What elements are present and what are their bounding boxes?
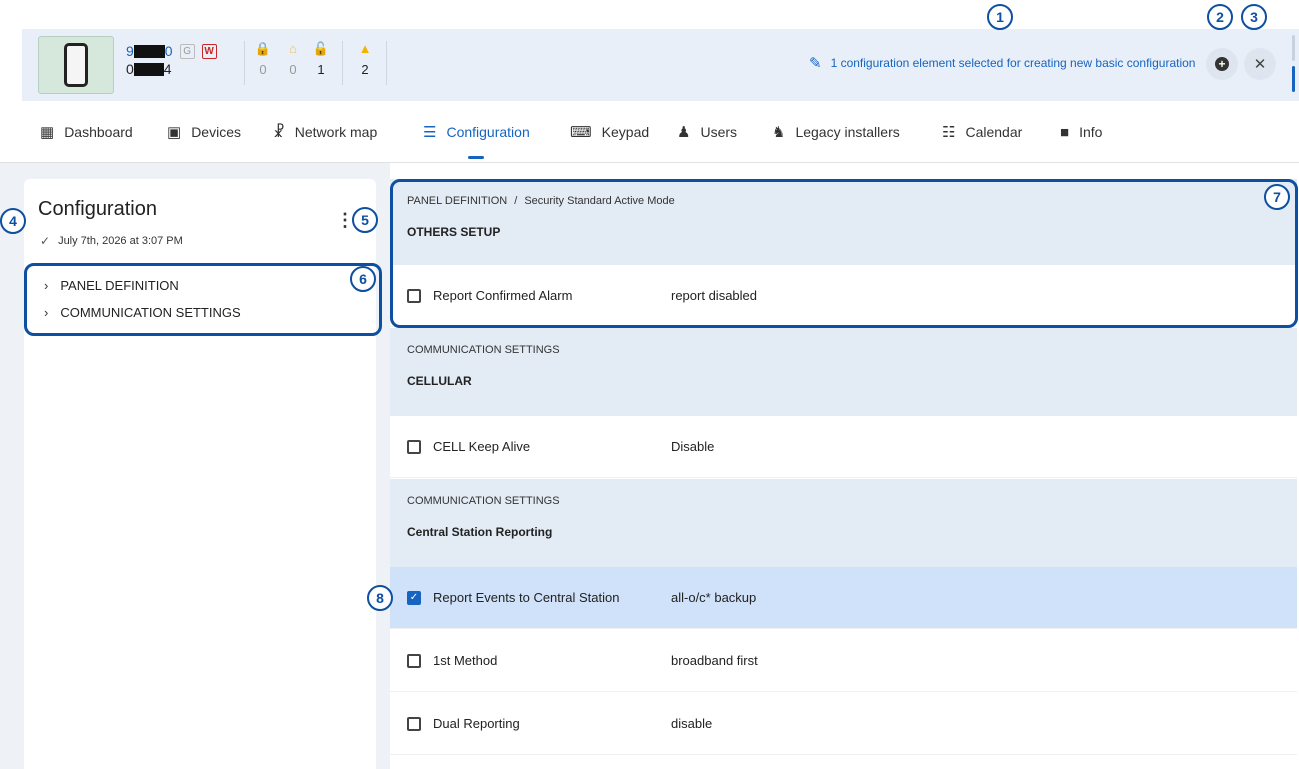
selection-notice-text: 1 configuration element selected for cre… xyxy=(830,56,1196,70)
breadcrumb: COMMUNICATION SETTINGS xyxy=(407,344,560,356)
info-icon: ■ xyxy=(1060,123,1070,141)
row-checkbox[interactable] xyxy=(407,440,421,454)
row-checkbox[interactable] xyxy=(407,717,421,731)
plus-icon: + xyxy=(1215,57,1229,71)
add-configuration-button[interactable]: + xyxy=(1206,48,1238,80)
row-checkbox[interactable] xyxy=(407,654,421,668)
configuration-date: ✓ July 7th, 2026 at 3:07 PM xyxy=(40,234,183,248)
main-nav: ▦ Dashboard ▣ Devices ☧ Network map ☰ Co… xyxy=(0,101,1299,163)
calendar-icon: ☷ xyxy=(942,124,956,141)
stat-home: ⌂ 0 xyxy=(284,41,302,77)
row-name: Report Events to Central Station xyxy=(433,590,620,605)
users-icon: ♟ xyxy=(677,124,691,141)
section-title: CELLULAR xyxy=(407,374,472,388)
divider xyxy=(244,41,245,85)
row-name: 1st Method xyxy=(433,653,498,668)
tab-keypad[interactable]: ⌨ Keypad xyxy=(570,101,649,163)
dashboard-icon: ▦ xyxy=(40,124,55,141)
divider xyxy=(342,41,343,85)
tab-configuration[interactable]: ☰ Configuration xyxy=(423,101,530,163)
badge-w: W xyxy=(201,43,217,59)
callout-4: 4 xyxy=(0,208,26,234)
lock-red-icon: 🔒 xyxy=(254,41,272,56)
callout-2: 2 xyxy=(1207,4,1233,30)
row-checkbox-checked[interactable]: ✓ xyxy=(407,591,421,605)
scroll-indicator-active xyxy=(1292,66,1295,92)
close-icon: ✕ xyxy=(1253,56,1267,73)
tab-users[interactable]: ♟ Users xyxy=(677,101,737,163)
pencil-icon: ✎ xyxy=(809,55,822,72)
tab-info[interactable]: ■ Info xyxy=(1060,101,1102,163)
row-name: Dual Reporting xyxy=(433,716,520,731)
device-thumbnail[interactable] xyxy=(38,36,114,94)
divider xyxy=(386,41,387,85)
device-line2-prefix: 0 xyxy=(126,61,134,77)
callout-5: 5 xyxy=(352,207,378,233)
unlock-icon: 🔓 xyxy=(312,41,330,56)
selection-notice: ✎ 1 configuration element selected for c… xyxy=(809,54,1195,72)
network-map-icon: ☧ xyxy=(273,124,285,141)
section-title: Central Station Reporting xyxy=(407,525,553,539)
redaction-bar xyxy=(133,62,164,76)
phone-icon xyxy=(64,43,88,87)
row-value: disable xyxy=(671,716,713,731)
callout-box-7 xyxy=(390,179,1298,328)
close-button[interactable]: ✕ xyxy=(1244,48,1276,80)
row-value: Disable xyxy=(671,439,715,454)
device-identifier: 9 0 G W 0 4 xyxy=(126,43,217,77)
stat-warnings[interactable]: ▲ 2 xyxy=(356,41,374,77)
config-row[interactable]: 1st Method broadband first xyxy=(390,630,1297,692)
callout-box-6 xyxy=(24,263,382,336)
device-id-prefix: 9 xyxy=(126,43,134,59)
section-header: COMMUNICATION SETTINGS Central Station R… xyxy=(390,479,1297,567)
callout-6: 6 xyxy=(350,266,376,292)
device-id-suffix: 0 xyxy=(164,43,173,59)
config-row-selected[interactable]: ✓ Report Events to Central Station all-o… xyxy=(390,567,1297,629)
configuration-icon: ☰ xyxy=(423,124,437,141)
installers-icon: ♞ xyxy=(772,124,786,141)
device-header: 9 0 G W 0 4 🔒 0 ⌂ 0 🔓 1 ▲ 2 ✎ 1 configur… xyxy=(22,29,1299,101)
row-value: all-o/c* backup xyxy=(671,590,757,605)
redaction-bar xyxy=(133,44,165,58)
tab-devices[interactable]: ▣ Devices xyxy=(167,101,241,163)
callout-3: 3 xyxy=(1241,4,1267,30)
home-lock-icon: ⌂ xyxy=(289,41,297,56)
stat-armed: 🔒 0 xyxy=(254,41,272,77)
scroll-indicator xyxy=(1292,35,1295,61)
config-row[interactable]: Dual Reporting disable xyxy=(390,693,1297,755)
check-icon: ✓ xyxy=(40,234,51,248)
row-value: broadband first xyxy=(671,653,758,668)
config-row[interactable]: CELL Keep Alive Disable xyxy=(390,416,1297,478)
callout-8: 8 xyxy=(367,585,393,611)
tab-network-map[interactable]: ☧ Network map xyxy=(273,101,377,163)
warning-icon: ▲ xyxy=(358,41,372,56)
breadcrumb: COMMUNICATION SETTINGS xyxy=(407,495,560,507)
keypad-icon: ⌨ xyxy=(570,124,592,141)
device-line2-suffix: 4 xyxy=(163,61,172,77)
badge-g: G xyxy=(179,43,195,59)
callout-7: 7 xyxy=(1264,184,1290,210)
configuration-title: Configuration xyxy=(38,198,157,220)
devices-icon: ▣ xyxy=(167,124,182,141)
callout-1: 1 xyxy=(987,4,1013,30)
section-header: COMMUNICATION SETTINGS CELLULAR xyxy=(390,328,1297,416)
tab-dashboard[interactable]: ▦ Dashboard xyxy=(40,101,133,163)
stat-disarmed: 🔓 1 xyxy=(312,41,330,77)
tab-legacy-installers[interactable]: ♞ Legacy installers xyxy=(772,101,900,163)
row-name: CELL Keep Alive xyxy=(433,439,531,454)
tab-calendar[interactable]: ☷ Calendar xyxy=(942,101,1022,163)
